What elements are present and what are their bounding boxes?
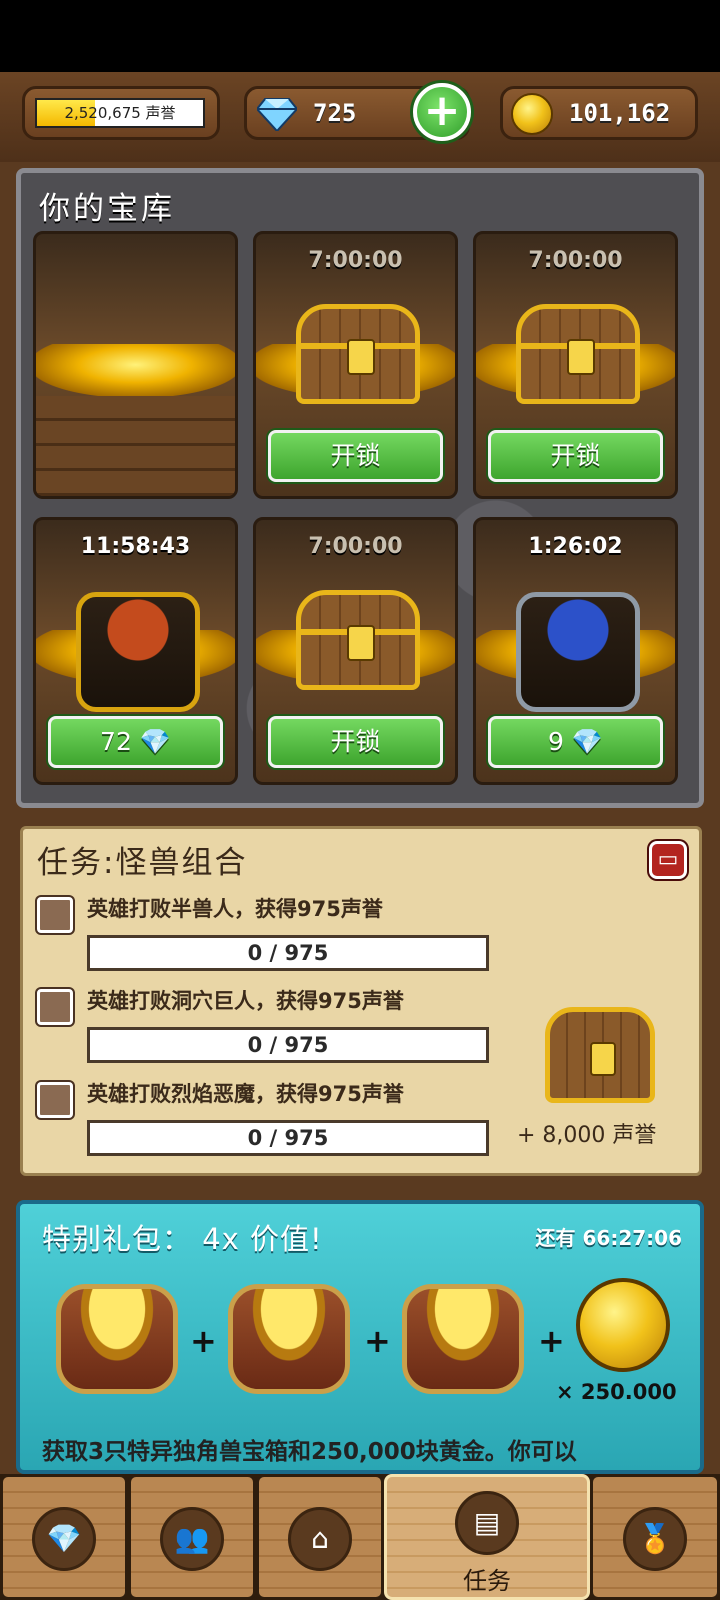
offer-timer: 还有 66:27:06 [535,1226,682,1250]
nav-quests[interactable]: ▤ 任务 [384,1474,590,1600]
quest-item: 英雄打败烈焰恶魔，获得975声誉 0 / 975 [33,1072,513,1162]
unicorn-chest-icon [56,1284,178,1394]
lock-icon [347,339,375,375]
slot-timer: 7:00:00 [308,248,403,273]
unlock-button[interactable]: 开锁 [488,430,663,482]
monster-egg-blue-icon [516,592,640,712]
vault-slot-empty [33,231,238,499]
quest-item: 英雄打败半兽人，获得975声誉 0 / 975 [33,887,513,977]
vault-slot-chest[interactable]: 7:00:00 开锁 [253,517,458,785]
village-icon: ⌂ [288,1507,352,1571]
vault-slot-monster[interactable]: 1:26:02 9 💎 [473,517,678,785]
collapse-icon[interactable]: ▭ [649,841,687,879]
vault-panel: 你的宝库 7:00:00 开锁 7:00:00 开锁 11:58:43 72 💎… [16,168,704,808]
quest-text: 英雄打败烈焰恶魔，获得975声誉 [87,1082,404,1106]
gem-icon [257,98,297,131]
bottom-nav: 💎 👥 ⌂ ▤ 任务 🏅 [0,1474,720,1600]
resource-bar: 2,520,675 声誉 725 + 101,162 [0,72,720,162]
nav-village[interactable]: ⌂ [256,1474,384,1600]
gem-pill: 725 + [244,83,471,141]
offer-coin-count: × 250.000 [556,1380,677,1404]
slot-timer: 11:58:43 [80,534,191,559]
quest-checkbox [37,1082,73,1118]
monster-egg-red-icon [76,592,200,712]
plus-sign: + [190,1322,217,1360]
chest-icon: ▤ [455,1491,519,1555]
vault-slot-chest[interactable]: 7:00:00 开锁 [253,231,458,499]
quest-progress: 0 / 975 [87,1027,489,1063]
unicorn-chest-icon [228,1284,350,1394]
quest-text: 英雄打败洞穴巨人，获得975声誉 [87,989,404,1013]
quest-panel: 任务:怪兽组合 ▭ 英雄打败半兽人，获得975声誉 0 / 975 英雄打败洞穴… [20,826,702,1176]
offer-title: 特别礼包： 4x 价值! [42,1222,323,1256]
unicorn-chest-icon [402,1284,524,1394]
vault-slot-monster[interactable]: 11:58:43 72 💎 [33,517,238,785]
add-gems-button[interactable]: + [413,83,471,141]
special-offer-panel[interactable]: 特别礼包： 4x 价值! 还有 66:27:06 + + + × 250.000… [16,1200,704,1474]
gem-icon: 💎 [32,1507,96,1571]
heroes-icon: 👥 [160,1507,224,1571]
nav-heroes[interactable]: 👥 [128,1474,256,1600]
gem-speedup-button[interactable]: 9 💎 [488,716,663,768]
medal-icon: 🏅 [623,1507,687,1571]
offer-description: 获取3只特异独角兽宝箱和250,000块黄金。你可以 [42,1439,577,1465]
gold-pile [36,344,235,396]
fame-pill: 2,520,675 声誉 [22,86,220,140]
gold-coin-icon [576,1278,670,1372]
treasure-chest-icon [296,590,420,690]
slot-timer: 1:26:02 [528,534,623,559]
plus-sign: + [364,1322,391,1360]
gold-coin-icon [511,93,553,135]
quest-reward: + 8,000 声誉 [517,1123,657,1148]
lock-icon [590,1042,616,1076]
quest-checkbox [37,989,73,1025]
unlock-button[interactable]: 开锁 [268,430,443,482]
gem-count: 725 [313,99,357,127]
lock-icon [347,625,375,661]
treasure-chest-icon [296,304,420,404]
vault-title: 你的宝库 [39,191,175,227]
quest-checkbox [37,897,73,933]
treasure-chest-icon [516,304,640,404]
gold-pill: 101,162 [500,86,698,140]
vault-slot-chest[interactable]: 7:00:00 开锁 [473,231,678,499]
unlock-button[interactable]: 开锁 [268,716,443,768]
quest-item: 英雄打败洞穴巨人，获得975声誉 0 / 975 [33,979,513,1069]
plus-sign: + [538,1322,565,1360]
quest-text: 英雄打败半兽人，获得975声誉 [87,897,383,921]
gold-count: 101,162 [569,99,671,127]
reward-chest-icon [545,1007,655,1103]
slot-timer: 7:00:00 [308,534,403,559]
lock-icon [567,339,595,375]
nav-achievements[interactable]: 🏅 [590,1474,720,1600]
quest-progress: 0 / 975 [87,935,489,971]
wood-floor [36,396,235,496]
fame-progress-bar: 2,520,675 声誉 [35,98,205,128]
status-bar [0,0,720,72]
fame-value: 2,520,675 声誉 [64,104,176,122]
nav-shop[interactable]: 💎 [0,1474,128,1600]
gem-speedup-button[interactable]: 72 💎 [48,716,223,768]
quest-progress: 0 / 975 [87,1120,489,1156]
quest-title: 任务:怪兽组合 [37,845,248,881]
slot-timer: 7:00:00 [528,248,623,273]
nav-quests-label: 任务 [463,1567,511,1595]
